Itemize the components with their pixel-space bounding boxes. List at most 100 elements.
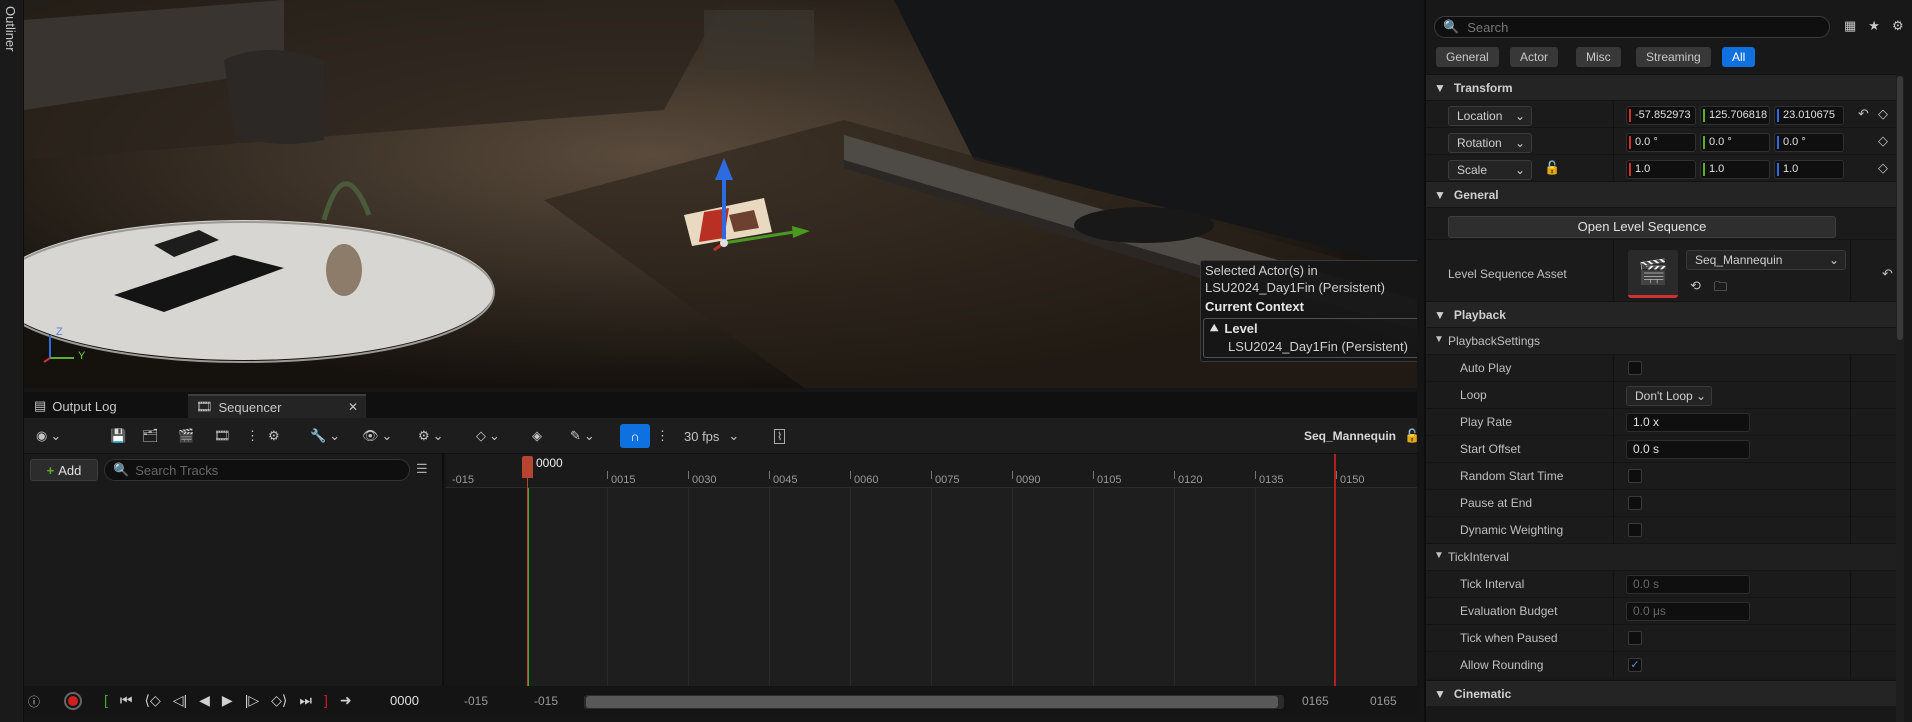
grid-view-icon[interactable]: ▦: [1844, 18, 1856, 34]
timeline-panel[interactable]: -015 0015 0030 0045 0060 0075 0090 0105 …: [446, 454, 1417, 686]
close-icon[interactable]: ✕: [348, 400, 358, 414]
tick-interval-field[interactable]: 0.0 s: [1626, 575, 1750, 594]
tab-output-log[interactable]: ▤ Output Log: [26, 394, 184, 418]
open-level-sequence-button[interactable]: Open Level Sequence: [1448, 216, 1836, 238]
location-y-field[interactable]: 125.706818: [1700, 106, 1770, 125]
rotation-y-field[interactable]: 0.0 °: [1700, 133, 1770, 152]
asset-thumbnail[interactable]: 🎬: [1628, 250, 1678, 298]
filter-all[interactable]: All: [1722, 47, 1756, 67]
row-playback-settings[interactable]: ▼ PlaybackSettings: [1426, 327, 1896, 354]
scale-y-field[interactable]: 1.0: [1700, 160, 1770, 179]
category-general[interactable]: ▼ General: [1426, 181, 1896, 207]
time-ruler[interactable]: -015 0015 0030 0045 0060 0075 0090 0105 …: [446, 454, 1417, 488]
reset-icon[interactable]: ↶: [1882, 266, 1893, 282]
jump-to-start-icon[interactable]: ⏮: [120, 692, 133, 709]
play-reverse-icon[interactable]: ◀: [199, 692, 210, 709]
location-z-field[interactable]: 23.010675: [1774, 106, 1844, 125]
playhead[interactable]: [522, 456, 533, 478]
details-search-input[interactable]: 🔍 Search: [1434, 16, 1830, 38]
view-options-button[interactable]: 👁 ⌄: [362, 424, 392, 448]
outliner-tab[interactable]: Outliner: [0, 0, 24, 722]
rotation-dropdown[interactable]: Rotation ⌄: [1448, 133, 1532, 153]
add-track-button[interactable]: + Add: [30, 459, 98, 481]
keyframe-diamond-icon[interactable]: ◇: [1878, 133, 1888, 149]
frame-readout[interactable]: 0000: [390, 693, 419, 708]
view-range-start[interactable]: -015: [464, 694, 488, 708]
row-tick-interval-group[interactable]: ▼ TickInterval: [1426, 543, 1896, 570]
edit-mode-button[interactable]: ✎ ⌄: [570, 424, 595, 448]
key-options-button[interactable]: ◇ ⌄: [476, 424, 500, 448]
pause-at-end-checkbox[interactable]: [1628, 496, 1642, 510]
tab-sequencer[interactable]: 🎞 Sequencer ✕: [188, 394, 366, 418]
favorite-star-icon[interactable]: ★: [1868, 18, 1880, 34]
rotation-x-field[interactable]: 0.0 °: [1626, 133, 1696, 152]
category-playback[interactable]: ▼ Playback: [1426, 301, 1896, 327]
range-scrollbar[interactable]: [584, 695, 1284, 709]
search-tracks-input[interactable]: 🔍 Search Tracks: [104, 459, 410, 481]
filter-misc[interactable]: Misc: [1576, 47, 1621, 67]
category-cinematic[interactable]: ▼ Cinematic: [1426, 680, 1896, 706]
fps-dropdown[interactable]: 30 fps ⌄: [684, 424, 739, 448]
filter-streaming[interactable]: Streaming: [1636, 47, 1711, 67]
keyframe-diamond-icon[interactable]: ◇: [1878, 106, 1888, 122]
filter-general[interactable]: General: [1436, 47, 1499, 67]
dynamic-weighting-checkbox[interactable]: [1628, 523, 1642, 537]
asset-picker[interactable]: Seq_Mannequin ⌄: [1686, 250, 1846, 270]
step-back-icon[interactable]: ◁|: [173, 692, 187, 709]
scale-lock-icon[interactable]: 🔓: [1544, 160, 1560, 176]
range-scrollbar-thumb[interactable]: [586, 696, 1278, 708]
tools-button[interactable]: 🔧 ⌄: [310, 424, 340, 448]
browse-icon[interactable]: 🗀: [1714, 278, 1727, 300]
filter-button[interactable]: ☰: [416, 461, 428, 477]
level-context-box[interactable]: ⛰ Level LSU2024_Day1Fin (Persistent) ⌄: [1203, 318, 1417, 358]
record-button[interactable]: [64, 692, 82, 710]
jump-to-end-icon[interactable]: ⏭: [299, 692, 312, 709]
auto-key-button[interactable]: ◈: [532, 424, 542, 448]
filter-actor[interactable]: Actor: [1510, 47, 1559, 67]
save-as-button[interactable]: 🗂: [142, 424, 159, 448]
play-icon[interactable]: ▶: [222, 692, 233, 709]
category-transform[interactable]: ▼ Transform: [1426, 74, 1896, 100]
working-range-start[interactable]: -015: [534, 694, 558, 708]
start-offset-field[interactable]: 0.0 s: [1626, 440, 1750, 459]
set-end-icon[interactable]: ]: [324, 692, 328, 709]
tick-when-paused-checkbox[interactable]: [1628, 631, 1642, 645]
random-start-checkbox[interactable]: [1628, 469, 1642, 483]
set-start-icon[interactable]: [: [104, 692, 108, 709]
details-scrollbar[interactable]: [1896, 76, 1904, 722]
scale-x-field[interactable]: 1.0: [1626, 160, 1696, 179]
allow-rounding-checkbox[interactable]: ✓: [1628, 658, 1642, 672]
info-button[interactable]: ⓘ: [28, 693, 40, 710]
render-movie-button[interactable]: 🎬: [178, 424, 194, 448]
save-button[interactable]: 💾: [110, 424, 126, 448]
scale-z-field[interactable]: 1.0: [1774, 160, 1844, 179]
world-menu-button[interactable]: ◉ ⌄: [36, 424, 61, 448]
details-scrollbar-thumb[interactable]: [1897, 76, 1903, 340]
playback-end-marker[interactable]: [1334, 454, 1336, 686]
loop-icon[interactable]: ➜: [340, 692, 352, 709]
step-forward-icon[interactable]: |▷: [245, 692, 259, 709]
actions-button[interactable]: ⚙: [268, 424, 280, 448]
reset-icon[interactable]: ↶: [1858, 106, 1869, 122]
lock-button[interactable]: 🔓: [1404, 424, 1420, 448]
snap-options-button[interactable]: ⋮: [656, 424, 669, 448]
keyframe-diamond-icon[interactable]: ◇: [1878, 160, 1888, 176]
level-viewport[interactable]: Z Y Selected Actor(s) in LSU2024_Day1Fin…: [24, 0, 1417, 388]
next-key-icon[interactable]: ◇⟩: [271, 692, 287, 709]
curve-editor-button[interactable]: ⌇: [774, 424, 786, 448]
evaluation-budget-field[interactable]: 0.0 μs: [1626, 602, 1750, 621]
working-range-end[interactable]: 0165: [1302, 694, 1329, 708]
more-options-button[interactable]: ⋮: [246, 424, 259, 448]
playback-options-button[interactable]: ⚙ ⌄: [418, 424, 444, 448]
settings-gear-icon[interactable]: ⚙: [1892, 18, 1904, 34]
rotation-z-field[interactable]: 0.0 °: [1774, 133, 1844, 152]
location-x-field[interactable]: -57.852973: [1626, 106, 1696, 125]
play-rate-field[interactable]: 1.0 x: [1626, 413, 1750, 432]
prev-key-icon[interactable]: ⟨◇: [145, 692, 161, 709]
use-selected-icon[interactable]: ⟲: [1690, 278, 1701, 294]
auto-play-checkbox[interactable]: [1628, 361, 1642, 375]
location-dropdown[interactable]: Location ⌄: [1448, 106, 1532, 126]
scale-dropdown[interactable]: Scale ⌄: [1448, 160, 1532, 180]
snap-toggle[interactable]: ∩: [620, 424, 650, 448]
clapper-button[interactable]: 🎞: [214, 424, 231, 448]
